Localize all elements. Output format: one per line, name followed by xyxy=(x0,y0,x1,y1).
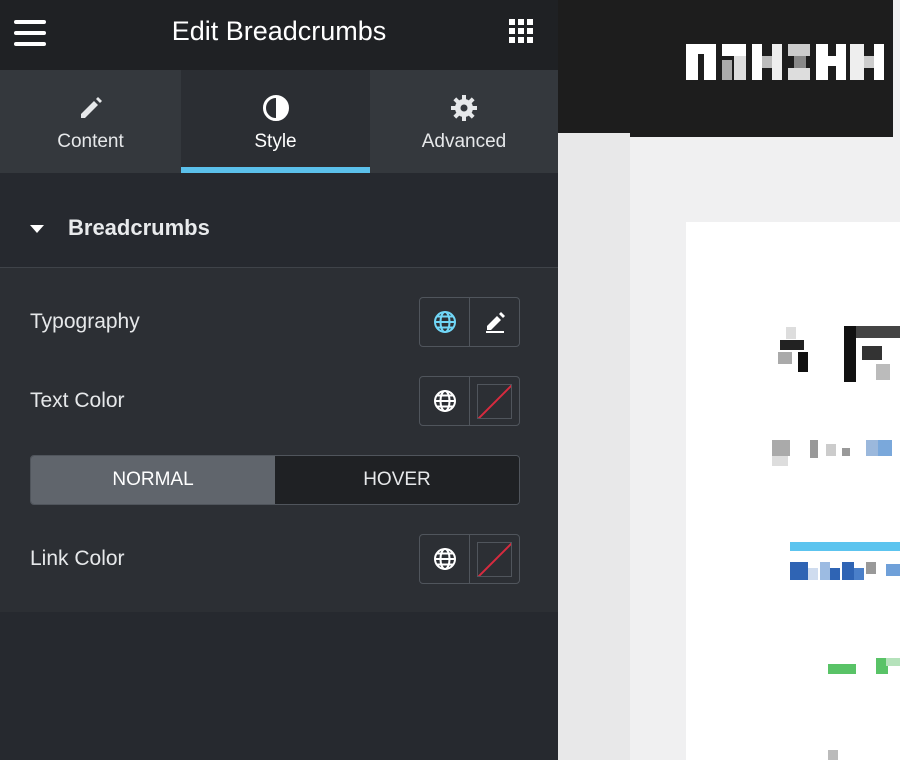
preview-content-card xyxy=(686,222,900,760)
panel-empty-area xyxy=(0,612,558,760)
preview-canvas xyxy=(558,0,900,760)
caret-down-icon xyxy=(30,225,44,233)
link-color-label: Link Color xyxy=(30,547,125,570)
globe-icon xyxy=(433,311,456,333)
tab-style-label: Style xyxy=(254,131,297,152)
editor-panel: Edit Breadcrumbs Content Style Advanced … xyxy=(0,0,558,760)
panel-tabs: Content Style Advanced xyxy=(0,70,558,173)
tab-style[interactable]: Style xyxy=(181,70,370,173)
text-color-controls xyxy=(419,376,520,426)
gear-icon xyxy=(451,95,477,121)
tab-content-label: Content xyxy=(57,131,124,152)
preview-sidebar-strip xyxy=(558,133,630,760)
globe-icon xyxy=(433,390,456,412)
pencil-icon xyxy=(485,312,505,333)
section-title: Breadcrumbs xyxy=(68,215,210,240)
state-toggle: NORMAL HOVER xyxy=(30,455,520,505)
panel-title: Edit Breadcrumbs xyxy=(171,16,387,46)
pencil-icon xyxy=(80,97,102,118)
section-breadcrumbs-header[interactable]: Breadcrumbs xyxy=(0,173,558,268)
preview-site-header xyxy=(558,0,893,137)
link-color-picker-button[interactable] xyxy=(469,535,519,583)
text-color-global-button[interactable] xyxy=(420,377,469,425)
state-normal-button[interactable]: NORMAL xyxy=(31,456,275,504)
half-circle-contrast-icon xyxy=(262,95,289,121)
typography-global-button[interactable] xyxy=(420,298,469,346)
section-controls: Typography Text Color NORMAL HOVER Link … xyxy=(0,268,558,612)
link-color-global-button[interactable] xyxy=(420,535,469,583)
link-color-controls xyxy=(419,534,520,584)
typography-edit-button[interactable] xyxy=(469,298,519,346)
color-swatch-empty xyxy=(477,384,512,419)
panel-header: Edit Breadcrumbs xyxy=(0,0,558,70)
state-hover-button[interactable]: HOVER xyxy=(275,456,519,504)
color-swatch-empty xyxy=(477,542,512,577)
globe-icon xyxy=(433,548,456,570)
grid-apps-icon[interactable] xyxy=(509,19,533,43)
typography-label: Typography xyxy=(30,310,140,333)
text-color-picker-button[interactable] xyxy=(469,377,519,425)
tab-advanced-label: Advanced xyxy=(421,131,507,152)
tab-content[interactable]: Content xyxy=(0,70,181,173)
tab-advanced[interactable]: Advanced xyxy=(370,70,558,173)
typography-controls xyxy=(419,297,520,347)
text-color-label: Text Color xyxy=(30,389,125,412)
